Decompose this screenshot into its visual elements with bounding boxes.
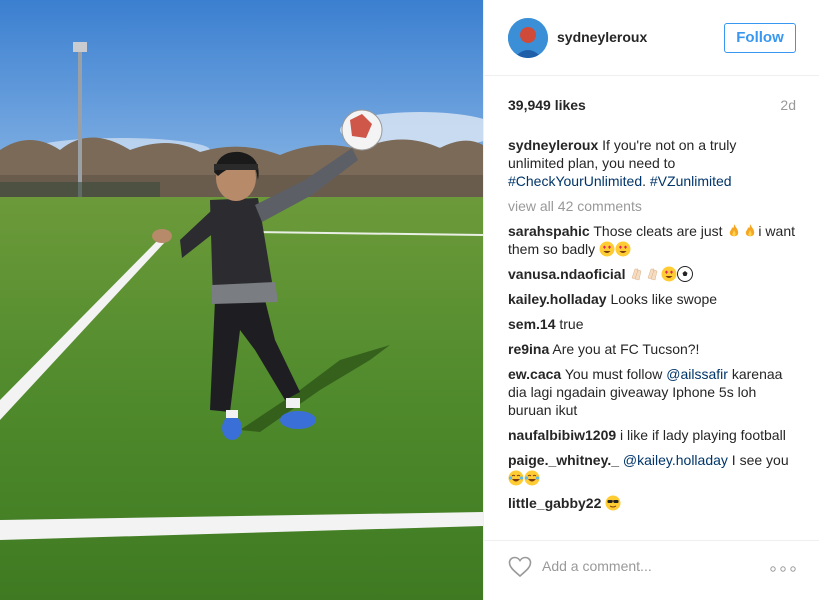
comment-item: paige._whitney._ @kailey.holladay I see … — [508, 451, 796, 487]
heart-eyes-emoji-icon — [615, 241, 631, 257]
post-header: sydneyleroux Follow — [484, 0, 819, 76]
comment-text: Looks like swope — [610, 291, 718, 307]
heart-icon[interactable] — [508, 556, 532, 578]
comment-item: naufalbibiw1209 i like if lady playing f… — [508, 426, 796, 444]
post-photo[interactable] — [0, 0, 483, 600]
comment-text: Are you at FC Tucson?! — [552, 341, 700, 357]
fire-emoji-icon — [746, 224, 755, 237]
comment-text: true — [559, 316, 584, 332]
comment-item: sarahspahic Those cleats are just i want… — [508, 222, 796, 258]
comment-item: sem.14 true — [508, 315, 796, 333]
comment-text: I see you — [731, 452, 789, 468]
post-stats: 39,949 likes 2d — [508, 97, 796, 117]
follow-button[interactable]: Follow — [724, 23, 796, 53]
likes-count[interactable]: 39,949 likes — [508, 97, 586, 113]
comment-username[interactable]: vanusa.ndaoficial — [508, 266, 625, 282]
heart-eyes-emoji-icon — [599, 241, 615, 257]
avatar[interactable] — [508, 18, 548, 58]
hashtag-link[interactable]: #CheckYourUnlimited — [508, 173, 642, 189]
post-details-panel: sydneyleroux Follow 39,949 likes 2d sydn… — [483, 0, 819, 600]
comment-username[interactable]: paige._whitney._ — [508, 452, 619, 468]
comment-username[interactable]: little_gabby22 — [508, 495, 601, 511]
comment-text: Those cleats are just — [593, 223, 723, 239]
comment-username[interactable]: naufalbibiw1209 — [508, 427, 616, 443]
post-time[interactable]: 2d — [780, 97, 796, 113]
mention-link[interactable]: @kailey.holladay — [623, 452, 728, 468]
post-footer: Add a comment... — [484, 540, 819, 600]
comment-item: kailey.holladay Looks like swope — [508, 290, 796, 308]
comment-username[interactable]: sem.14 — [508, 316, 555, 332]
hashtag-link[interactable]: #VZunlimited — [650, 173, 732, 189]
caption-username[interactable]: sydneyleroux — [508, 137, 598, 153]
sunglasses-emoji-icon — [605, 495, 621, 511]
comment-item: re9ina Are you at FC Tucson?! — [508, 340, 796, 358]
soccer-field-photo — [0, 0, 483, 600]
soccer-ball-emoji-icon — [677, 266, 694, 282]
tears-of-joy-emoji-icon — [508, 470, 524, 486]
post-caption: sydneyleroux If you're not on a truly un… — [508, 136, 796, 190]
comments-list: sydneyleroux If you're not on a truly un… — [508, 136, 796, 519]
clapping-hands-emoji-icon — [648, 268, 658, 281]
comment-item: vanusa.ndaoficial — [508, 265, 796, 283]
fire-emoji-icon — [730, 224, 739, 237]
comment-username[interactable]: ew.caca — [508, 366, 561, 382]
comment-text: You must follow — [564, 366, 663, 382]
caption-separator: . — [642, 173, 646, 189]
view-all-comments-link[interactable]: view all 42 comments — [508, 197, 796, 215]
comment-username[interactable]: sarahspahic — [508, 223, 590, 239]
tears-of-joy-emoji-icon — [524, 470, 540, 486]
add-comment-input[interactable]: Add a comment... — [542, 558, 652, 574]
mention-link[interactable]: @ailssafir — [666, 366, 728, 382]
post-author-username[interactable]: sydneyleroux — [557, 29, 647, 45]
comment-text: i like if lady playing football — [620, 427, 786, 443]
comment-username[interactable]: re9ina — [508, 341, 549, 357]
more-options-icon[interactable] — [770, 566, 796, 572]
heart-eyes-emoji-icon — [661, 266, 677, 282]
comment-item: little_gabby22 — [508, 494, 796, 512]
comment-username[interactable]: kailey.holladay — [508, 291, 607, 307]
clapping-hands-emoji-icon — [632, 268, 642, 281]
comment-item: ew.caca You must follow @ailssafir karen… — [508, 365, 796, 419]
